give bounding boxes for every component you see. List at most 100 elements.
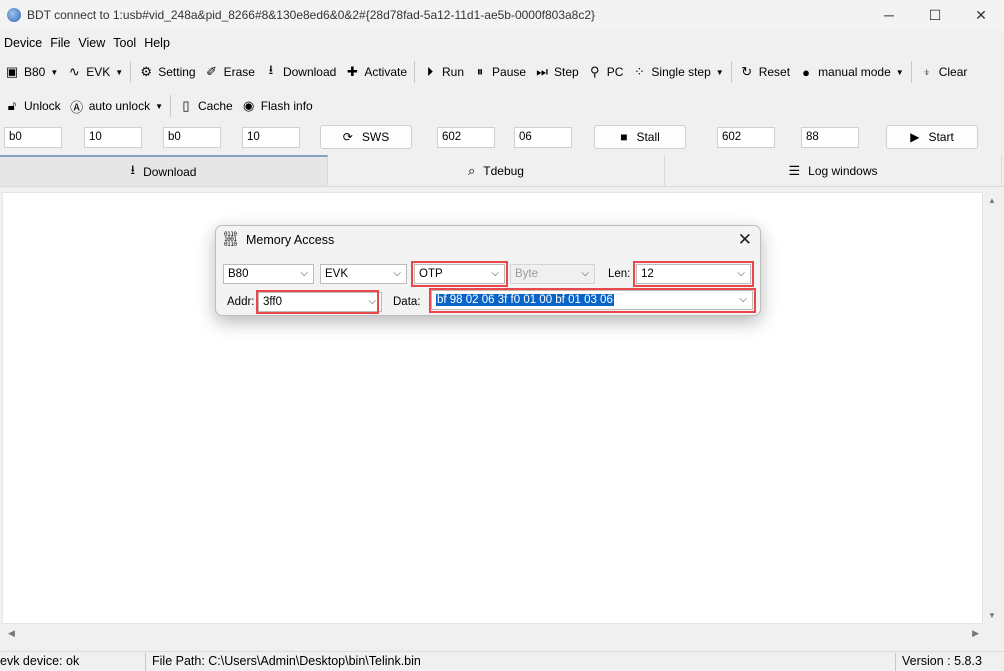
flash-info-button[interactable]: ◉ Flash info — [237, 94, 317, 118]
download-icon: ⭳ — [268, 62, 274, 77]
horizontal-scrollbar[interactable]: ◀ ▶ — [2, 625, 983, 643]
gear-icon: ⚙ — [140, 64, 153, 79]
step-icon: ⏭ — [536, 64, 548, 79]
param-field-4[interactable]: 10 — [242, 127, 300, 148]
tab-download[interactable]: ⭳ Download — [0, 155, 328, 186]
highlight-box — [256, 290, 379, 314]
dialog-title: Memory Access — [246, 232, 335, 247]
param-field-1[interactable]: b0 — [4, 127, 62, 148]
tab-log-windows[interactable]: ☰ Log windows — [665, 155, 1002, 186]
search-icon: ⚲ — [589, 64, 600, 79]
param-field-5[interactable]: 602 — [437, 127, 495, 148]
scroll-down-icon[interactable]: ▼ — [988, 611, 996, 620]
highlight-box — [633, 261, 754, 287]
param-field-3[interactable]: b0 — [163, 127, 221, 148]
run-button[interactable]: ⏵ Run — [418, 60, 468, 84]
status-divider — [895, 653, 896, 671]
tab-download-label: Download — [143, 164, 197, 179]
download-icon: ⭳ — [130, 161, 136, 177]
unit-select-value: Byte — [515, 268, 539, 280]
board-select-value: EVK — [325, 268, 349, 280]
highlight-box — [429, 288, 756, 313]
flash-info-label: Flash info — [260, 99, 313, 113]
caret-down-icon: ▼ — [895, 67, 904, 77]
chevron-down-icon: ⌵ — [300, 268, 308, 279]
menu-file[interactable]: File — [46, 36, 74, 50]
menu-device[interactable]: Device — [0, 36, 46, 50]
unlock-button[interactable]: 🔓︎ Unlock — [0, 94, 65, 118]
toolbar-separator — [414, 61, 415, 83]
caret-down-icon: ▼ — [715, 67, 724, 77]
auto-unlock-dropdown[interactable]: Ⓐ auto unlock ▼ — [65, 94, 167, 118]
vertical-scrollbar[interactable]: ▲ ▼ — [983, 192, 1002, 624]
play-icon: ▶ — [910, 130, 920, 144]
param-field-2[interactable]: 10 — [84, 127, 142, 148]
close-button[interactable]: ✕ — [958, 0, 1004, 30]
menu-help[interactable]: Help — [140, 36, 174, 50]
file-path-status: File Path: C:\Users\Admin\Desktop\bin\Te… — [152, 654, 421, 668]
minimize-button[interactable]: ─ — [866, 0, 912, 30]
close-icon: ✕ — [737, 230, 752, 249]
reset-icon: ↻ — [741, 64, 753, 79]
activate-button[interactable]: ✚ Activate — [340, 60, 411, 84]
clear-button[interactable]: ⍖ Clear — [915, 60, 972, 84]
run-label: Run — [442, 65, 465, 79]
eraser-icon: ✐ — [206, 64, 218, 79]
pc-button[interactable]: ⚲ PC — [583, 60, 628, 84]
scroll-left-icon[interactable]: ◀ — [8, 628, 15, 639]
step-button[interactable]: ⏭ Step — [530, 60, 583, 84]
param-field-8[interactable]: 88 — [801, 127, 859, 148]
maximize-button[interactable]: ☐ — [912, 0, 958, 30]
erase-button[interactable]: ✐ Erase — [200, 60, 259, 84]
manual-mode-dropdown[interactable]: ● manual mode ▼ — [794, 60, 908, 84]
plus-icon: ✚ — [346, 64, 358, 79]
scroll-up-icon[interactable]: ▲ — [988, 196, 996, 205]
scroll-right-icon[interactable]: ▶ — [972, 628, 979, 639]
addr-label: Addr: — [227, 296, 255, 308]
single-step-dropdown[interactable]: ⁘ Single step ▼ — [627, 60, 727, 84]
menu-bar: Device File View Tool Help — [0, 32, 1004, 54]
menu-tool[interactable]: Tool — [109, 36, 140, 50]
menu-view[interactable]: View — [74, 36, 109, 50]
start-label: Start — [928, 130, 954, 144]
manual-mode-label: manual mode — [818, 65, 891, 79]
document-icon: ▯ — [182, 98, 190, 113]
setting-button[interactable]: ⚙ Setting — [134, 60, 199, 84]
sws-button[interactable]: ⟳ SWS — [320, 125, 412, 149]
toolbar-separator — [130, 61, 132, 83]
param-field-7[interactable]: 602 — [717, 127, 775, 148]
cache-button[interactable]: ▯ Cache — [174, 94, 237, 118]
secondary-toolbar: 🔓︎ Unlock Ⓐ auto unlock ▼ ▯ Cache ◉ Flas… — [0, 92, 1004, 120]
device-status: evk device: ok — [0, 654, 80, 668]
pause-label: Pause — [492, 65, 527, 79]
sync-icon: ⟳ — [342, 130, 353, 144]
chip-select[interactable]: B80 ⌵ — [223, 264, 314, 284]
tab-tdebug[interactable]: ⌕ Tdebug — [328, 155, 665, 186]
board-select[interactable]: EVK ⌵ — [320, 264, 407, 284]
auto-unlock-icon: Ⓐ — [70, 99, 84, 115]
toolbar-separator — [910, 61, 912, 83]
start-button[interactable]: ▶ Start — [886, 125, 978, 149]
caret-down-icon: ▼ — [115, 67, 124, 77]
param-field-6[interactable]: 06 — [514, 127, 572, 148]
sws-label: SWS — [361, 130, 390, 144]
lock-icon: 🔓︎ — [7, 98, 17, 113]
chip-dropdown[interactable]: ▣ B80 ▼ — [0, 60, 62, 84]
caret-down-icon: ▼ — [50, 67, 59, 77]
run-icon: ⏵ — [426, 64, 434, 79]
tab-bar: ⭳ Download ⌕ Tdebug ☰ Log windows — [0, 155, 1004, 187]
reset-button[interactable]: ↻ Reset — [735, 60, 794, 84]
unit-select: Byte ⌵ — [510, 264, 595, 284]
download-button[interactable]: ⭳ Download — [259, 60, 340, 84]
toolbar-separator — [170, 95, 171, 117]
dialog-close-button[interactable]: ✕ — [738, 230, 752, 250]
activate-label: Activate — [364, 65, 407, 79]
main-toolbar: ▣ B80 ▼ ∿ EVK ▼ ⚙ Setting ✐ Erase ⭳ Down… — [0, 57, 1004, 87]
stall-button[interactable]: ■ Stall — [594, 125, 686, 149]
toolbar-separator — [730, 61, 732, 83]
chip-icon: ▣ — [5, 64, 19, 79]
pause-button[interactable]: ⏸ Pause — [468, 60, 530, 84]
board-dropdown[interactable]: ∿ EVK ▼ — [62, 60, 127, 84]
stall-label: Stall — [636, 130, 660, 144]
chip-label: B80 — [24, 65, 46, 79]
